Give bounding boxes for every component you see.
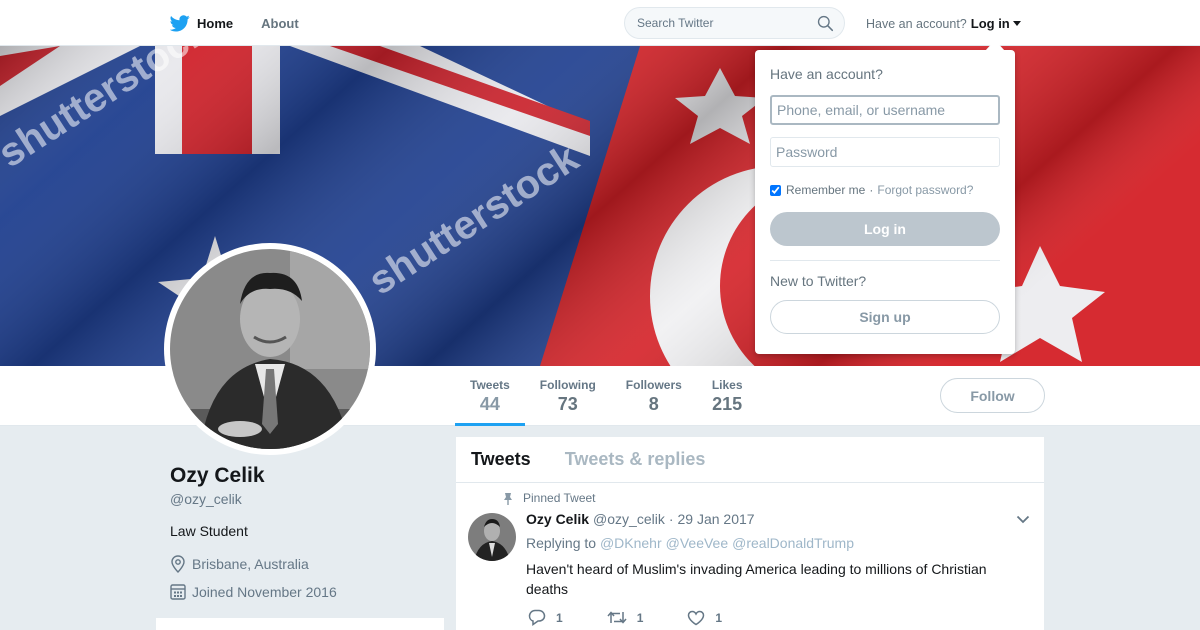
tweet-text: Haven't heard of Muslim's invading Ameri… [526,561,987,597]
remember-me-checkbox[interactable] [770,184,781,196]
remember-separator: · [869,183,874,197]
reply-icon [528,609,546,626]
sidebar-card [156,618,444,630]
reply-count: 1 [556,610,563,625]
avatar-photo [170,249,370,449]
login-button[interactable]: Log in [770,212,1000,246]
tweet-header: Ozy Celik @ozy_celik · 29 Jan 2017 [526,511,755,527]
location-text: Brisbane, Australia [192,556,309,572]
nav-about-label: About [261,15,299,31]
dropdown-divider [770,260,1000,261]
tweet-date[interactable]: 29 Jan 2017 [678,511,755,527]
login-menu-toggle[interactable]: Have an account? Log in [866,16,1021,31]
mention-link[interactable]: @DKnehr [600,535,662,551]
like-count: 1 [715,610,723,625]
search-icon[interactable] [817,15,834,32]
remember-me-label[interactable]: Remember me [786,183,865,197]
twitter-bird-icon [170,14,190,31]
replying-to: Replying to @DKnehr @VeeVee @realDonaldTru… [526,535,858,551]
remember-row: Remember me · Forgot password? [770,183,973,197]
profile-location: Brisbane, Australia [170,555,309,573]
profile-joined: Joined November 2016 [170,583,337,600]
username-field[interactable] [770,95,1000,125]
pin-icon [504,492,512,505]
nav-left: Home About [170,0,327,46]
follow-button[interactable]: Follow [940,378,1045,413]
retweet-icon [607,611,627,624]
profile-bio: Law Student [170,523,248,539]
stat-value: 8 [648,394,659,414]
caret-down-icon [1012,21,1021,26]
forgot-password-link[interactable]: Forgot password? [877,183,973,197]
stat-label: Likes [711,378,743,392]
retweet-button[interactable]: 1 [607,609,644,626]
stat-following[interactable]: Following 73 [525,366,611,426]
dropdown-arrow [985,40,1005,51]
stat-value: 44 [479,394,500,414]
retweet-count: 1 [636,610,644,625]
new-to-twitter-text: New to Twitter? [770,273,867,289]
chevron-down-icon[interactable] [1016,515,1030,524]
signup-button[interactable]: Sign up [770,300,1000,334]
pinned-tweet[interactable]: Pinned Tweet Ozy Celik @ozy_celik · 29 J… [456,437,1044,630]
joined-text: Joined November 2016 [192,583,337,600]
reply-button[interactable]: 1 [528,609,563,626]
like-button[interactable]: 1 [687,609,722,626]
nav-about-link[interactable]: About [261,16,299,31]
stat-value: 73 [557,394,578,414]
heart-icon [688,610,705,625]
stat-followers[interactable]: Followers 8 [611,366,697,426]
stat-label: Following [539,378,596,392]
stat-label: Tweets [470,378,510,392]
nav-home-label: Home [197,15,234,31]
profile-name[interactable]: Ozy Celik [170,464,265,488]
stat-label: Followers [625,378,682,392]
tweet-separator: · [668,511,674,527]
tweet-author-handle[interactable]: @ozy_celik [593,511,665,527]
nav-home-link[interactable]: Home [170,14,234,32]
profile-avatar[interactable] [164,243,376,455]
stat-value: 215 [712,394,743,414]
stat-tweets[interactable]: Tweets 44 [455,366,525,426]
tweet-avatar-photo [468,513,516,561]
profile-handle[interactable]: @ozy_celik [170,491,242,507]
account-prompt: Have an account? [866,16,967,31]
search-input[interactable] [637,16,817,30]
mention-link[interactable]: @VeeVee [666,535,729,551]
location-pin-icon [171,555,185,573]
dropdown-title: Have an account? [770,66,883,82]
mention-link[interactable]: @realDonaldTrump [732,535,854,551]
calendar-icon [170,584,186,600]
pinned-text: Pinned Tweet [523,491,596,505]
top-navigation-bar: Home About Have an account? Log in [0,0,1200,46]
tweet-author-name[interactable]: Ozy Celik [526,511,589,527]
replying-to-label: Replying to [526,535,597,551]
stat-likes[interactable]: Likes 215 [697,366,758,426]
password-field[interactable] [770,137,1000,167]
search-box [624,7,845,39]
login-link-label: Log in [970,16,1010,31]
tweet-avatar[interactable] [468,513,516,561]
pinned-label: Pinned Tweet [502,491,596,505]
login-dropdown: Have an account? Remember me · Forgot pa… [755,50,1015,354]
profile-stats: Tweets 44 Following 73 Followers 8 Likes… [455,366,758,426]
tweet-actions: 1 1 1 [528,609,766,626]
